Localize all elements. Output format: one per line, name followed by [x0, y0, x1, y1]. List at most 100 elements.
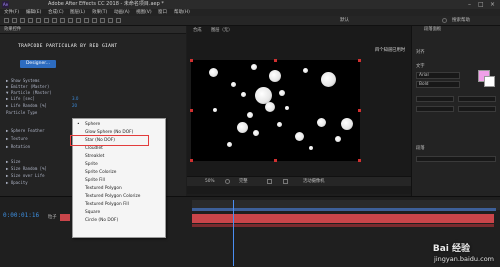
- layer-tab[interactable]: 图层（无）: [211, 28, 232, 34]
- layer-name[interactable]: 粒子: [48, 214, 57, 221]
- font-style-select[interactable]: Bold: [416, 81, 460, 88]
- prop-opacity[interactable]: ▶ Opacity: [6, 180, 28, 185]
- menu-help[interactable]: 帮助(H): [174, 9, 190, 16]
- option-sprite-fill[interactable]: Sprite Fill: [85, 178, 105, 184]
- corner-handle[interactable]: [358, 59, 361, 62]
- corner-handle[interactable]: [190, 159, 193, 162]
- corner-handle[interactable]: [190, 59, 193, 62]
- menu-composition[interactable]: 合成(C): [48, 9, 64, 16]
- tracking-field[interactable]: [458, 106, 496, 112]
- composition-canvas[interactable]: [190, 59, 361, 162]
- camera-tool-icon[interactable]: [44, 18, 49, 23]
- prop-size-over-life[interactable]: ▶ Size over Life: [6, 173, 45, 178]
- window-title: Adobe After Effects CC 2018 - 未命名项目.aep …: [48, 1, 164, 7]
- prop-rotation[interactable]: ▶ Rotation: [6, 144, 30, 149]
- effect-controls-title[interactable]: 效果控件: [4, 26, 21, 33]
- search-icon[interactable]: [442, 18, 447, 23]
- option-circle[interactable]: Circle (No DOF): [85, 218, 118, 224]
- brush-tool-icon[interactable]: [84, 18, 89, 23]
- prop-sphere-feather[interactable]: ▶ Sphere Feather: [6, 128, 45, 133]
- option-textured-polygon-colorize[interactable]: Textured Polygon Colorize: [85, 194, 140, 200]
- menu-layer[interactable]: 图层(L): [70, 9, 85, 16]
- prop-emitter[interactable]: ▶ Emitter (Master): [6, 84, 49, 89]
- pen-tool-icon[interactable]: [68, 18, 73, 23]
- life-value[interactable]: 3.0: [72, 96, 78, 101]
- leading-field[interactable]: [458, 96, 496, 102]
- zoom-tool-icon[interactable]: [28, 18, 33, 23]
- option-sprite[interactable]: Sprite: [85, 162, 98, 168]
- text-label[interactable]: 文字: [416, 64, 425, 70]
- minimize-icon[interactable]: –: [468, 1, 471, 8]
- grid-icon[interactable]: [283, 179, 288, 184]
- playhead[interactable]: [233, 200, 234, 266]
- home-icon[interactable]: [4, 18, 9, 23]
- prop-texture[interactable]: ▶ Texture: [6, 136, 28, 141]
- workspace-label[interactable]: 默认: [340, 17, 349, 24]
- search-help-label[interactable]: 搜索帮助: [452, 17, 470, 24]
- zoom-level[interactable]: 50%: [205, 178, 215, 185]
- particle: [303, 68, 308, 73]
- life-random-value[interactable]: 20: [72, 103, 77, 108]
- edge-handle[interactable]: [190, 109, 193, 112]
- menu-window[interactable]: 窗口: [158, 9, 167, 16]
- edge-handle[interactable]: [274, 159, 277, 162]
- composition-header[interactable]: 合成: [193, 28, 202, 34]
- menu-file[interactable]: 文件(F): [4, 9, 19, 16]
- prop-life-random[interactable]: ▶ Life Random [%]: [6, 103, 47, 108]
- edge-handle[interactable]: [274, 59, 277, 62]
- prop-show-systems[interactable]: ▶ Show Systems: [6, 78, 40, 83]
- edge-handle[interactable]: [358, 109, 361, 112]
- particle: [269, 70, 281, 82]
- paragraph-panel-title[interactable]: 段落面板: [424, 27, 441, 33]
- work-area-bar[interactable]: [192, 208, 496, 211]
- prop-size-random[interactable]: ▶ Size Random [%]: [6, 166, 47, 171]
- current-timecode[interactable]: 0:00:01:16: [3, 212, 39, 219]
- paragraph-label[interactable]: 段落: [416, 146, 425, 152]
- layer-duration-bar[interactable]: [192, 214, 494, 223]
- close-icon[interactable]: ×: [490, 1, 495, 8]
- option-cloudlet[interactable]: Cloudlet: [85, 146, 103, 152]
- eraser-tool-icon[interactable]: [100, 18, 105, 23]
- snapshot-icon[interactable]: [225, 179, 230, 184]
- align-label[interactable]: 对齐: [416, 50, 425, 56]
- resolution-select[interactable]: 完整: [239, 178, 248, 185]
- type-tool-icon[interactable]: [76, 18, 81, 23]
- pan-behind-tool-icon[interactable]: [52, 18, 57, 23]
- roto-tool-icon[interactable]: [108, 18, 113, 23]
- menu-effect[interactable]: 效果(T): [92, 9, 107, 16]
- option-sphere[interactable]: Sphere: [85, 122, 100, 128]
- paragraph-align-buttons[interactable]: [416, 156, 496, 162]
- menu-view[interactable]: 视图(V): [136, 9, 152, 16]
- maximize-icon[interactable]: □: [478, 1, 484, 8]
- kerning-field[interactable]: [416, 106, 454, 112]
- effect-controls-header: 效果控件: [0, 26, 186, 34]
- layer-color-label[interactable]: [60, 214, 70, 221]
- font-size-field[interactable]: [416, 96, 454, 102]
- clone-tool-icon[interactable]: [92, 18, 97, 23]
- font-select[interactable]: Arial: [416, 72, 460, 79]
- designer-button[interactable]: Designer...: [20, 60, 56, 68]
- selection-tool-icon[interactable]: [12, 18, 17, 23]
- prop-particle[interactable]: ▼ Particle (Master): [6, 90, 52, 95]
- prop-life[interactable]: ▶ Life [sec]: [6, 96, 35, 101]
- menu-animation[interactable]: 动画(A): [114, 9, 130, 16]
- camera-select[interactable]: 活动摄像机: [303, 178, 324, 185]
- prop-size[interactable]: ▶ Size: [6, 159, 20, 164]
- layer-duration-bar-secondary[interactable]: [192, 224, 494, 227]
- mask-tool-icon[interactable]: [60, 18, 65, 23]
- option-square[interactable]: Square: [85, 210, 100, 216]
- region-icon[interactable]: [267, 179, 272, 184]
- particle: [209, 68, 218, 77]
- menu-edit[interactable]: 编辑(E): [26, 9, 41, 16]
- option-sprite-colorize[interactable]: Sprite Colorize: [85, 170, 116, 176]
- rotate-tool-icon[interactable]: [36, 18, 41, 23]
- puppet-tool-icon[interactable]: [116, 18, 121, 23]
- particle: [213, 108, 217, 112]
- corner-handle[interactable]: [358, 159, 361, 162]
- option-textured-polygon[interactable]: Textured Polygon: [85, 186, 122, 192]
- option-textured-polygon-fill[interactable]: Textured Polygon Fill: [85, 202, 129, 208]
- hand-tool-icon[interactable]: [20, 18, 25, 23]
- app-logo: Ae: [2, 1, 9, 8]
- option-streaklet[interactable]: Streaklet: [85, 154, 104, 160]
- stroke-color-swatch[interactable]: [484, 76, 495, 87]
